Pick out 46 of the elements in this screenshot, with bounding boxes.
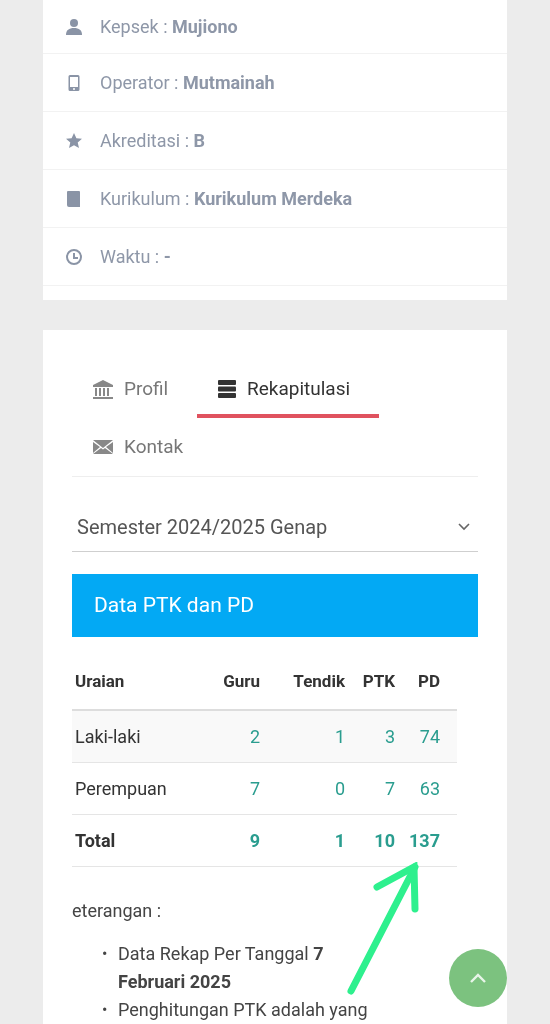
column-header: PTK bbox=[361, 669, 395, 693]
note-item: Data Rekap Per Tanggal 7 Februari 2025 bbox=[118, 942, 325, 994]
chevron-down-icon bbox=[457, 522, 471, 531]
server-icon bbox=[217, 379, 237, 399]
person-icon bbox=[65, 17, 83, 36]
info-text: Kurikulum : Kurikulum Merdeka bbox=[100, 187, 353, 211]
bullet: • bbox=[102, 999, 109, 1021]
table-cell-text: 7 bbox=[383, 777, 395, 801]
info-text: Akreditasi : B bbox=[100, 129, 205, 153]
bank-icon bbox=[92, 379, 114, 399]
info-text: Waktu : - bbox=[100, 245, 171, 269]
chevron-up-icon bbox=[469, 972, 487, 984]
book-icon bbox=[65, 189, 83, 208]
table-cell-text: 1 bbox=[333, 829, 345, 853]
note-item: Penghitungan PTK adalah yang bbox=[118, 998, 369, 1022]
table-cell-text: Total bbox=[75, 829, 117, 853]
table-cell-text: 0 bbox=[333, 777, 345, 801]
column-header: Guru bbox=[222, 669, 260, 693]
table-cell-text: 2 bbox=[248, 725, 260, 749]
bullet: • bbox=[102, 943, 109, 965]
info-text: Operator : Mutmainah bbox=[100, 71, 275, 95]
table-cell-text: 63 bbox=[418, 777, 440, 801]
table-cell-text: 74 bbox=[418, 725, 440, 749]
notes-heading: eterangan : bbox=[72, 899, 163, 923]
table-cell-text: 9 bbox=[248, 829, 260, 853]
phone-icon bbox=[65, 73, 83, 92]
semester-select[interactable]: Semester 2024/2025 Genap bbox=[72, 502, 478, 552]
star-icon bbox=[65, 131, 83, 150]
column-header: Tendik bbox=[292, 669, 345, 693]
table-cell-text: 3 bbox=[383, 725, 395, 749]
table-cell-text: 7 bbox=[248, 777, 260, 801]
table-cell-text: 10 bbox=[373, 829, 395, 853]
select-value: Semester 2024/2025 Genap bbox=[77, 513, 328, 541]
table-cell-text: 137 bbox=[408, 829, 440, 853]
tab[interactable]: Profil bbox=[72, 360, 197, 418]
table-cell-text: Perempuan bbox=[75, 777, 168, 801]
table-cell-text: Laki-laki bbox=[75, 725, 142, 749]
tab[interactable]: Rekapitulasi bbox=[197, 360, 379, 418]
clock-icon bbox=[65, 247, 83, 266]
mail-icon bbox=[92, 438, 114, 456]
table-cell-text: 1 bbox=[333, 725, 345, 749]
column-header: PD bbox=[417, 669, 440, 693]
column-header: Uraian bbox=[75, 669, 126, 693]
panel-title: Data PTK dan PD bbox=[94, 591, 254, 619]
tab[interactable]: Kontak bbox=[72, 418, 204, 476]
info-text: Kepsek : Mujiono bbox=[100, 15, 238, 39]
